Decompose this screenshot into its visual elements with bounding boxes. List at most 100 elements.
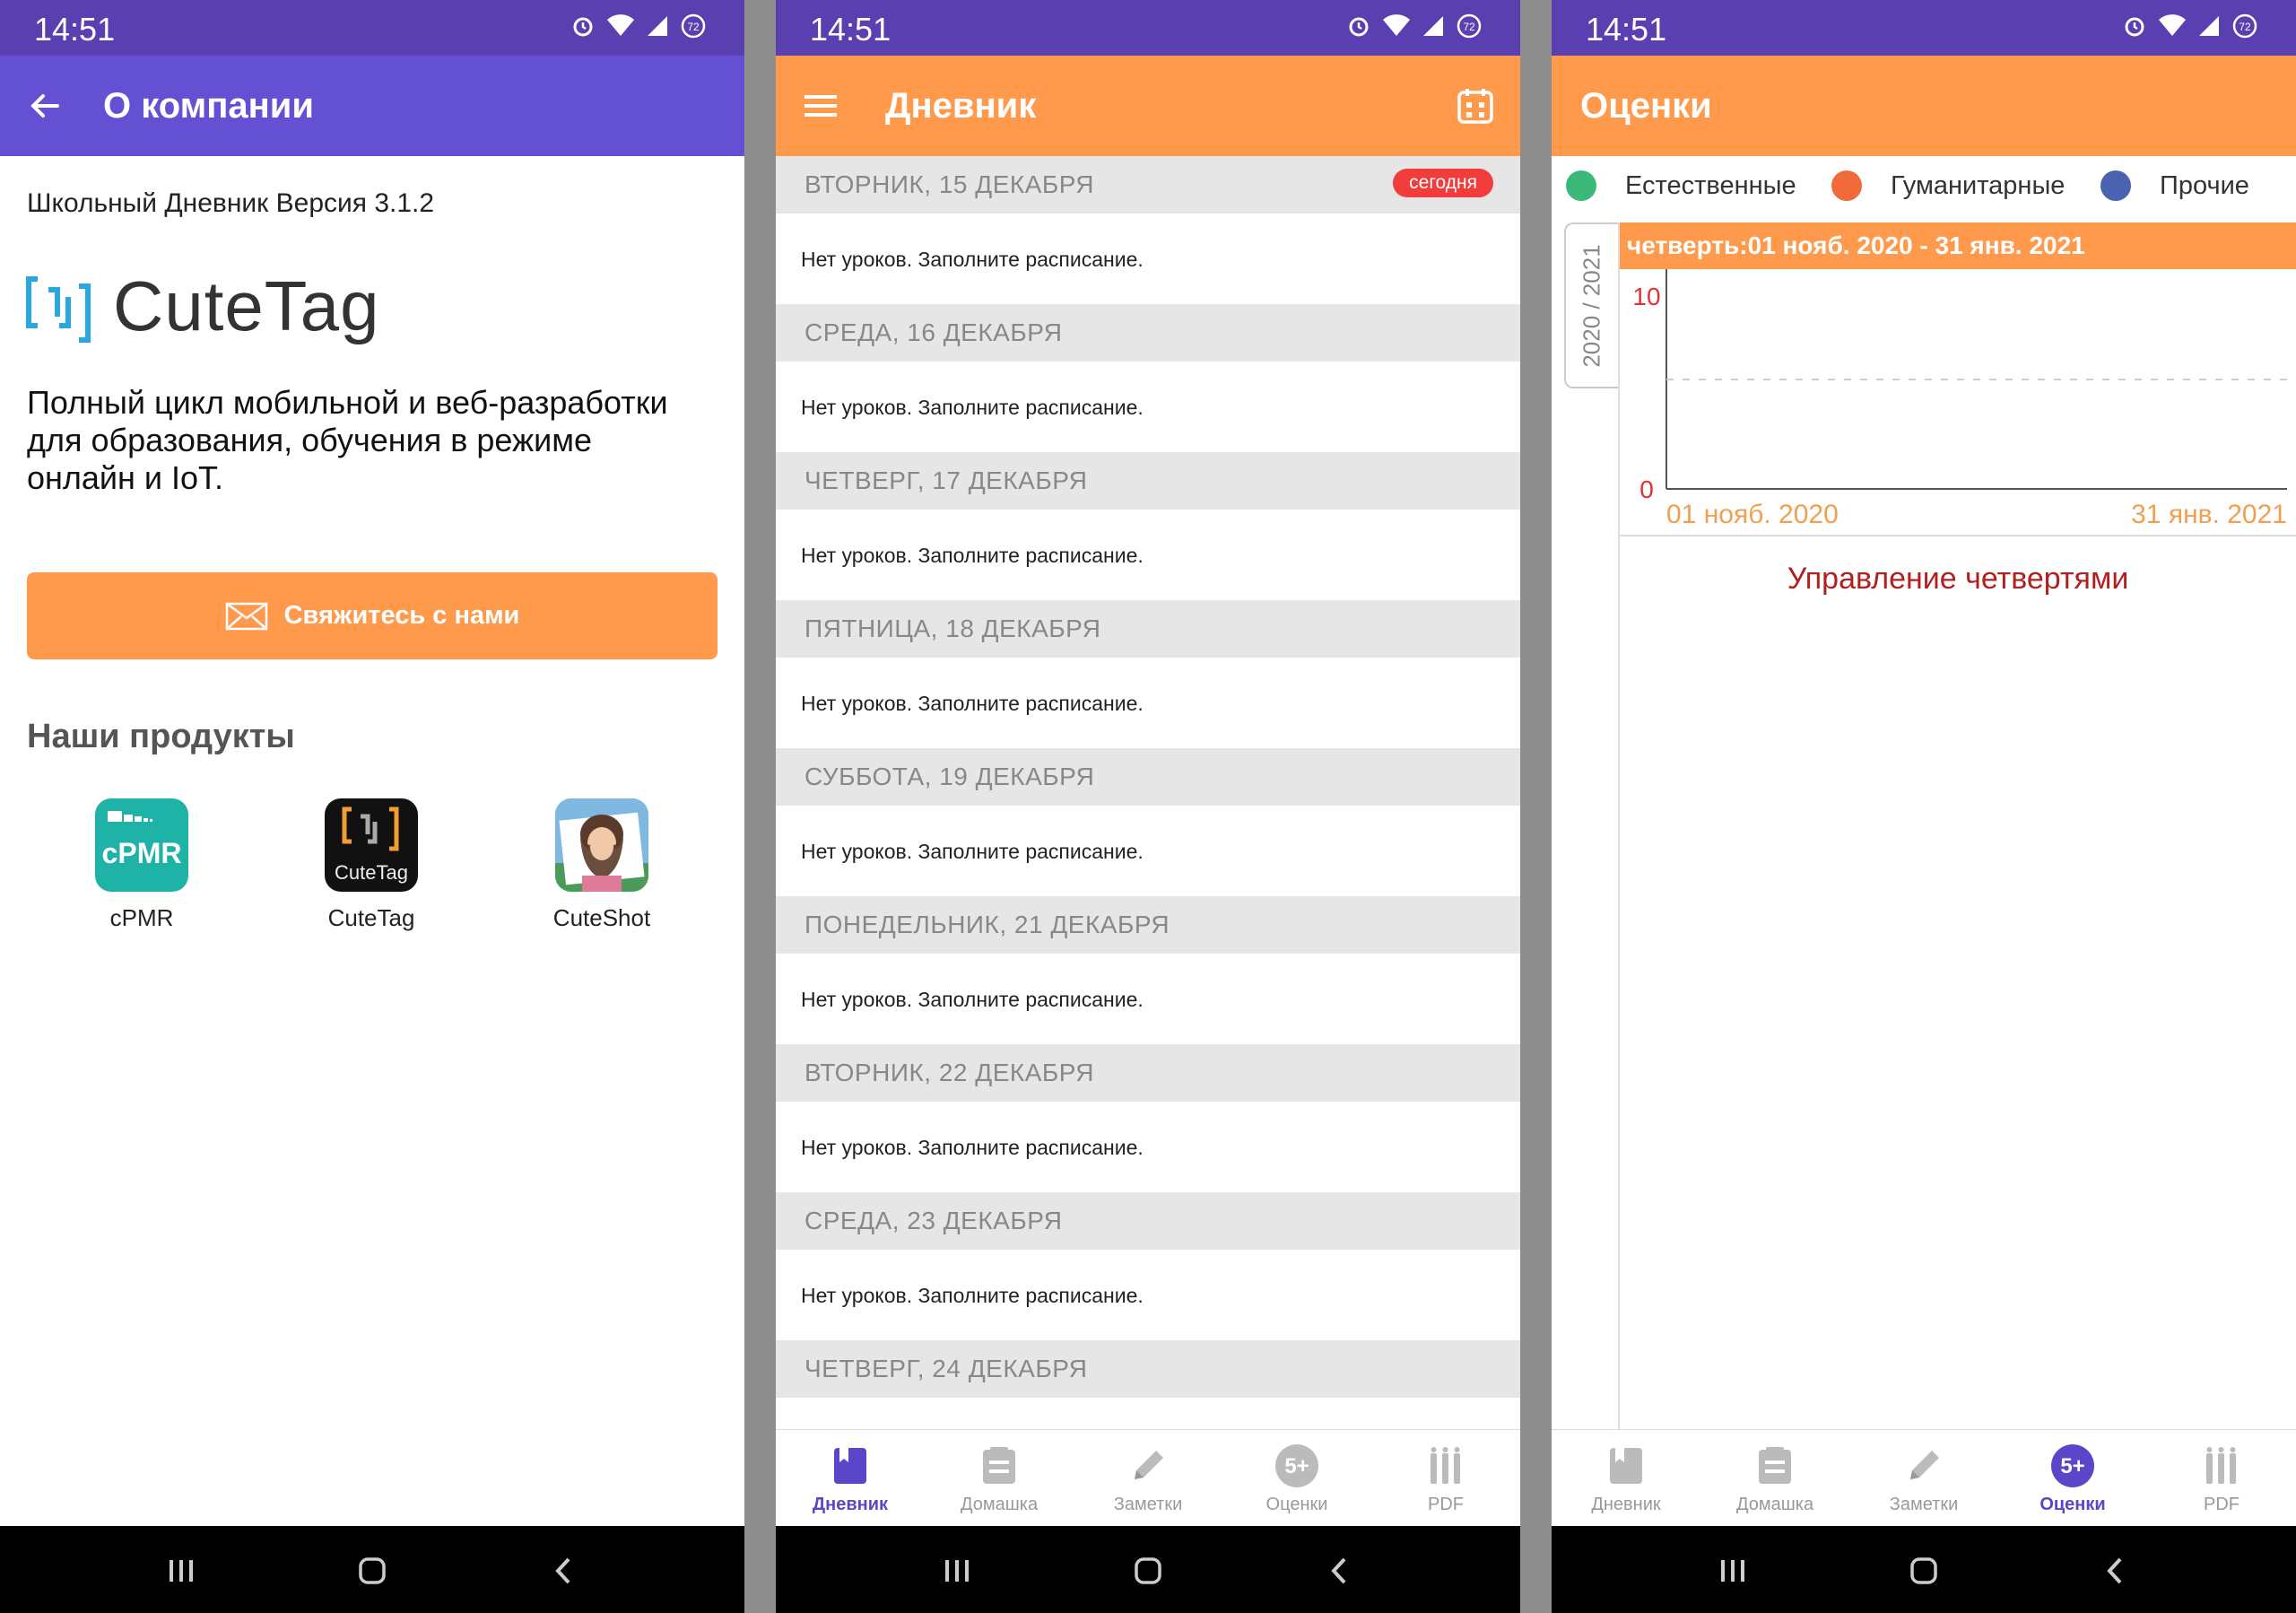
bottom-nav-homework[interactable]: Домашка (925, 1430, 1074, 1526)
page-title: Дневник (885, 86, 1037, 126)
alarm-icon (1346, 13, 1371, 43)
day-header: ПЯТНИЦА, 18 ДЕКАБРЯ (776, 600, 1520, 658)
day-name: ВТОРНИК, 22 ДЕКАБРЯ (804, 1059, 1095, 1086)
contact-us-button[interactable]: Свяжитесь с нами (27, 572, 718, 659)
bottom-nav-pdf[interactable]: PDF (1371, 1430, 1520, 1526)
grade-icon: 5+ (2049, 1443, 2096, 1489)
bottom-nav-label: Дневник (812, 1495, 889, 1514)
subject-legend: Естественные Гуманитарные Прочие (1552, 156, 2296, 219)
wifi-icon (2158, 13, 2187, 42)
bottom-nav-label: Оценки (2039, 1495, 2106, 1514)
product-cpmr[interactable]: cPMR cPMR (65, 798, 218, 932)
legend-item-natural: Естественные (1566, 170, 1796, 201)
wifi-icon (606, 13, 635, 42)
pencil-icon (1125, 1443, 1171, 1489)
legend-label: Прочие (2160, 170, 2249, 200)
screen-grades: 14:51 72 Оценки Естественные Гуманитарны… (1552, 0, 2296, 1613)
grades-chart-svg: 10 0 01 нояб. 2020 31 янв. 2021 (1632, 269, 2287, 529)
legend-item-other: Прочие (2100, 170, 2249, 201)
book-icon (1603, 1443, 1649, 1489)
bottom-navigation: Дневник Домашка Заметки 5+ Оценки PDF (1552, 1429, 2296, 1526)
day-name: СУББОТА, 19 ДЕКАБРЯ (804, 763, 1095, 790)
day-header: СРЕДА, 16 ДЕКАБРЯ (776, 304, 1520, 362)
home-icon[interactable] (1130, 1553, 1166, 1589)
grades-chart: 10 0 01 нояб. 2020 31 янв. 2021 (1620, 269, 2296, 535)
status-bar: 14:51 72 (776, 0, 1520, 56)
empty-lessons-message: Нет уроков. Заполните расписание. (801, 840, 1144, 863)
day-name: ВТОРНИК, 15 ДЕКАБРЯ (804, 170, 1095, 198)
bottom-nav-label: PDF (1428, 1495, 1464, 1514)
legend-dot (1831, 170, 1862, 201)
day-lessons[interactable]: Нет уроков. Заполните расписание. (776, 362, 1520, 452)
day-name: СРЕДА, 16 ДЕКАБРЯ (804, 318, 1063, 346)
school-year-tab[interactable]: 2020 / 2021 (1564, 222, 1618, 388)
menu-icon[interactable] (797, 83, 844, 129)
day-lessons[interactable]: Нет уроков. Заполните расписание. (776, 658, 1520, 748)
system-back-icon[interactable] (545, 1553, 581, 1589)
system-navigation-bar (1552, 1526, 2296, 1613)
cutetag-icon-text: CuteTag (335, 861, 408, 884)
bottom-nav-notes[interactable]: Заметки (1849, 1430, 1998, 1526)
back-arrow-icon[interactable] (22, 83, 68, 129)
bottom-nav-grades[interactable]: 5+ Оценки (1998, 1430, 2147, 1526)
school-year-label: 2020 / 2021 (1578, 243, 1605, 368)
bottom-nav-notes[interactable]: Заметки (1074, 1430, 1222, 1526)
signal-icon (646, 14, 669, 42)
status-time: 14:51 (34, 11, 116, 48)
day-header: ВТОРНИК, 15 ДЕКАБРЯ сегодня (776, 156, 1520, 214)
bottom-nav-pdf[interactable]: PDF (2147, 1430, 2296, 1526)
screen-about: 14:51 72 О компании Школьный Дневник Вер… (0, 0, 744, 1613)
cpmr-icon-text: cPMR (102, 837, 182, 869)
home-icon[interactable] (354, 1553, 390, 1589)
status-time: 14:51 (810, 11, 891, 48)
recent-apps-icon[interactable] (1715, 1553, 1751, 1589)
bottom-nav-diary[interactable]: Дневник (1552, 1430, 1700, 1526)
today-badge: сегодня (1393, 169, 1493, 197)
product-label: CuteTag (327, 904, 415, 931)
day-header: ПОНЕДЕЛЬНИК, 21 ДЕКАБРЯ (776, 896, 1520, 954)
status-bar: 14:51 72 (0, 0, 744, 56)
bottom-nav-label: PDF (2204, 1495, 2239, 1514)
system-back-icon[interactable] (1321, 1553, 1357, 1589)
day-lessons[interactable]: Нет уроков. Заполните расписание. (776, 214, 1520, 304)
alarm-icon (2122, 13, 2147, 43)
recent-apps-icon[interactable] (939, 1553, 975, 1589)
page-title: Оценки (1580, 86, 1712, 126)
day-lessons[interactable]: Нет уроков. Заполните расписание. (776, 510, 1520, 600)
app-bar: Оценки (1552, 56, 2296, 156)
battery-icon: 72 (2231, 13, 2258, 44)
battery-level: 72 (1463, 21, 1475, 33)
legend-dot (2100, 170, 2131, 201)
manage-quarters-link[interactable]: Управление четвертями (1620, 562, 2296, 597)
bottom-nav-label: Заметки (1889, 1495, 1959, 1514)
system-back-icon[interactable] (2097, 1553, 2133, 1589)
day-lessons[interactable]: Нет уроков. Заполните расписание. (776, 1250, 1520, 1340)
quarter-header[interactable]: четверть:01 нояб. 2020 - 31 янв. 2021 (1620, 222, 2296, 269)
bottom-nav-diary[interactable]: Дневник (776, 1430, 925, 1526)
bottom-nav-label: Заметки (1113, 1495, 1183, 1514)
battery-level: 72 (687, 21, 700, 33)
calendar-icon[interactable] (1452, 83, 1499, 129)
grade-icon-text: 5+ (1284, 1454, 1309, 1478)
bottom-nav-grades[interactable]: 5+ Оценки (1222, 1430, 1371, 1526)
y-tick-label: 10 (1632, 283, 1660, 310)
x-tick-label: 31 янв. 2021 (2131, 500, 2287, 529)
product-cuteshot[interactable]: CuteShot (526, 798, 678, 932)
battery-level: 72 (2239, 21, 2251, 33)
mail-icon (225, 602, 268, 631)
battery-icon: 72 (1456, 13, 1483, 44)
recent-apps-icon[interactable] (163, 1553, 199, 1589)
day-lessons[interactable]: Нет уроков. Заполните расписание. (776, 806, 1520, 896)
empty-lessons-message: Нет уроков. Заполните расписание. (801, 248, 1144, 271)
bottom-nav-homework[interactable]: Домашка (1700, 1430, 1849, 1526)
day-lessons[interactable]: Нет уроков. Заполните расписание. (776, 954, 1520, 1044)
day-name: ПОНЕДЕЛЬНИК, 21 ДЕКАБРЯ (804, 911, 1170, 938)
wifi-icon (1382, 13, 1411, 42)
day-lessons[interactable]: Нет уроков. Заполните расписание. (776, 1102, 1520, 1192)
day-header: ВТОРНИК, 22 ДЕКАБРЯ (776, 1044, 1520, 1102)
signal-icon (1422, 14, 1445, 42)
product-cutetag[interactable]: CuteTag CuteTag (295, 798, 448, 932)
diary-day-list: ВТОРНИК, 15 ДЕКАБРЯ сегодня Нет уроков. … (776, 156, 1520, 1398)
app-bar: Дневник (776, 56, 1520, 156)
home-icon[interactable] (1906, 1553, 1942, 1589)
